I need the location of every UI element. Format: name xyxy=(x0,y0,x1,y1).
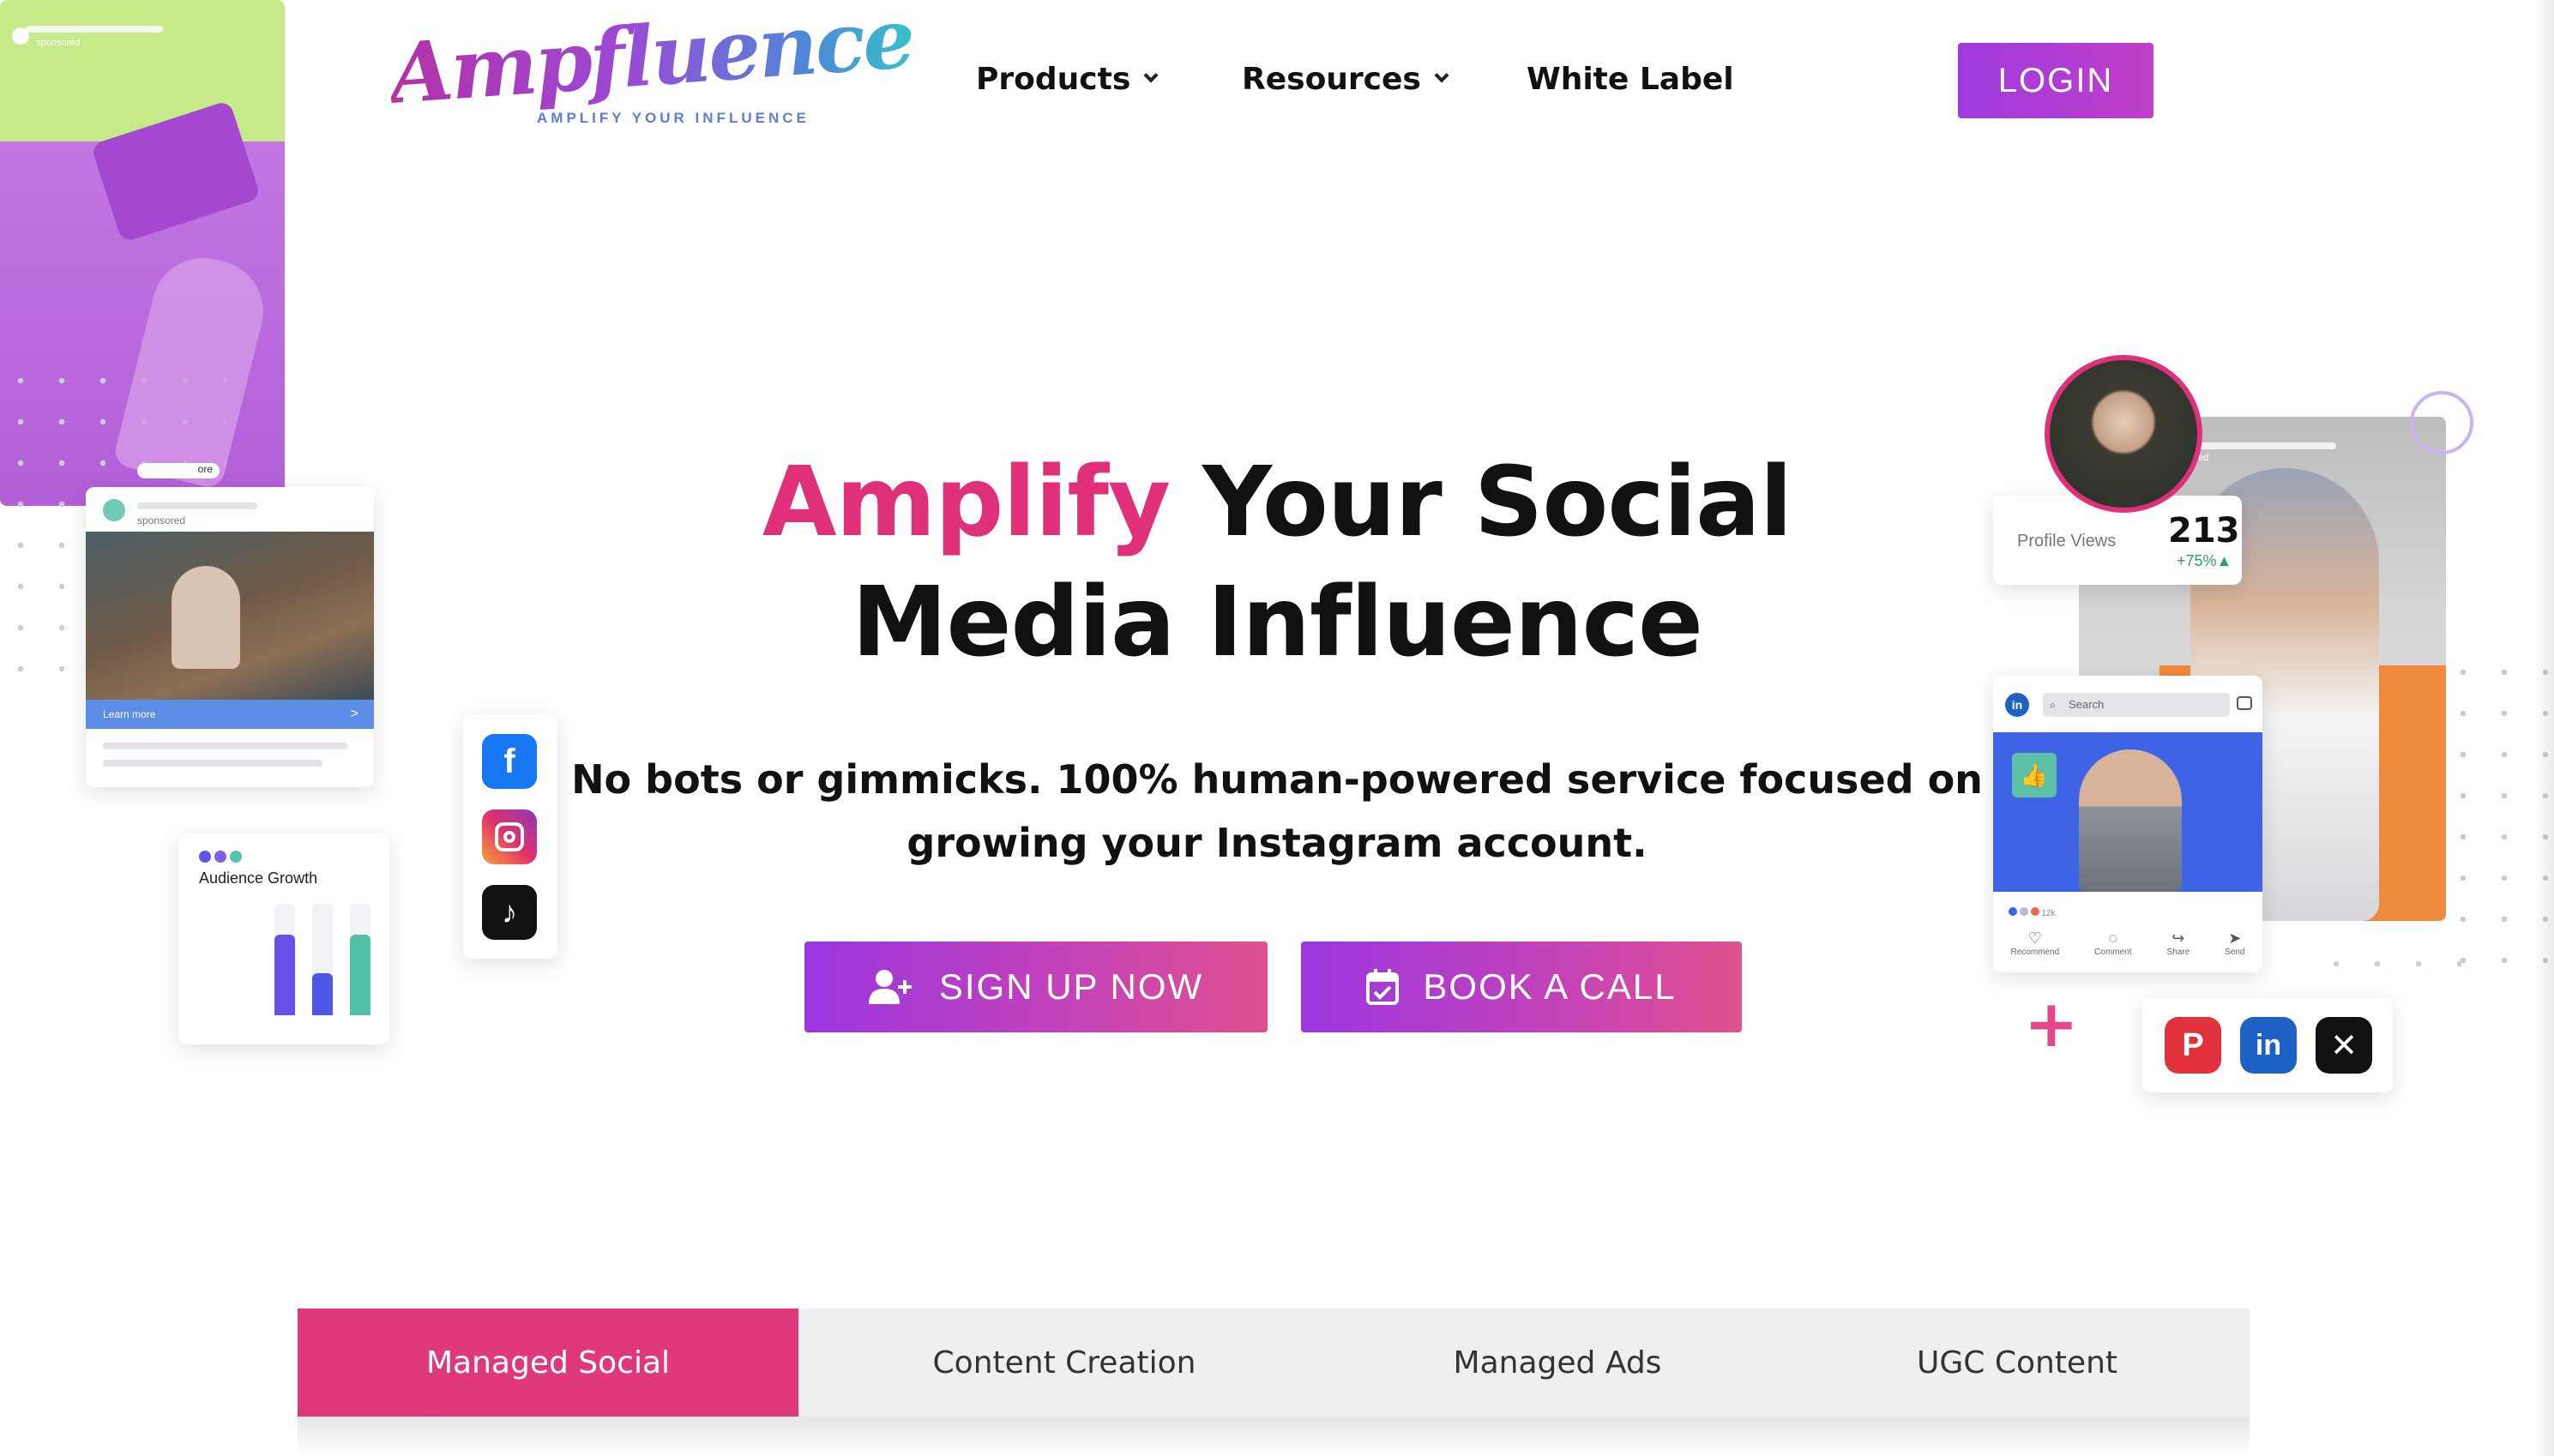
comment-icon: ◌ xyxy=(2108,930,2118,947)
linkedin-search-bar: ⌕ Search xyxy=(2043,693,2230,717)
ad-text-placeholder xyxy=(103,760,322,767)
hero-title-line1: Your Social xyxy=(1170,447,1792,558)
legend-dot xyxy=(214,851,226,863)
decorative-plus-icon: + xyxy=(2024,985,2079,1062)
recommend-label: Recommend xyxy=(2010,948,2060,957)
nav-products-label: Products xyxy=(976,62,1131,97)
tiktok-icon: ♪ xyxy=(482,885,537,940)
recommend-action: ♡ Recommend xyxy=(2010,930,2059,957)
businessman-image xyxy=(2079,749,2182,892)
book-a-call-button[interactable]: BOOK A CALL xyxy=(1301,942,1742,1032)
nav-white-label-label: White Label xyxy=(1527,62,1734,97)
post-sponsored-label: sponsored xyxy=(36,38,81,48)
chevron-down-icon xyxy=(1434,68,1449,82)
send-action: ➤ Send xyxy=(2225,930,2244,957)
nav-products[interactable]: Products xyxy=(976,62,1159,97)
nav-resources[interactable]: Resources xyxy=(1242,62,1449,97)
share-action: ↪ Share xyxy=(2166,930,2190,957)
sponsored-ad-card: sponsored Learn more > xyxy=(86,487,374,787)
audience-growth-card: Audience Growth xyxy=(178,833,389,1044)
linkedin-post-card: in ⌕ Search 👍 12k ♡ Recommend ◌ Comment ↪ S… xyxy=(1993,676,2262,972)
shoe-image xyxy=(111,247,274,490)
linkedin-reactions: 12k xyxy=(2009,907,2055,918)
social-icons-row: P in ✕ xyxy=(2142,998,2393,1092)
linkedin-search-placeholder: Search xyxy=(2069,698,2105,711)
hero-subtitle-line1: No bots or gimmicks. 100% human-powered … xyxy=(571,756,1983,803)
linkedin-reactions-count: 12k xyxy=(2041,909,2056,918)
thumbs-up-icon: 👍 xyxy=(2012,753,2057,797)
pinterest-icon: P xyxy=(2165,1017,2221,1074)
send-label: Send xyxy=(2225,948,2245,957)
growth-bar xyxy=(274,935,295,1015)
growth-bar xyxy=(312,973,333,1015)
sign-up-now-button[interactable]: SIGN UP NOW xyxy=(804,942,1268,1032)
tab-managed-ads[interactable]: Managed Ads xyxy=(1330,1309,1785,1417)
x-icon: ✕ xyxy=(2316,1017,2372,1074)
chevron-right-icon: > xyxy=(350,707,358,721)
tab-content-creation[interactable]: Content Creation xyxy=(798,1309,1330,1417)
hero-subtitle-line2: growing your Instagram account. xyxy=(907,820,1647,866)
linkedin-post-image: 👍 xyxy=(1993,732,2262,892)
linkedin-actions: ♡ Recommend ◌ Comment ↪ Share ➤ Send xyxy=(1993,930,2262,957)
login-button[interactable]: LOGIN xyxy=(1958,43,2153,118)
window-edge-shadow xyxy=(2533,0,2554,1456)
linkedin-icon: in xyxy=(2240,1017,2297,1074)
legend-dot xyxy=(199,851,211,863)
hero-subtitle: No bots or gimmicks. 100% human-powered … xyxy=(515,748,2039,875)
reaction-dot xyxy=(2009,907,2017,916)
comment-label: Comment xyxy=(2094,948,2132,957)
hero-title: Amplify Your Social Media Influence xyxy=(515,442,2039,683)
message-icon xyxy=(2237,696,2252,710)
woman-with-headphones-image xyxy=(172,566,240,669)
chevron-down-icon xyxy=(1143,68,1159,82)
service-tabs: Managed Social Content Creation Managed … xyxy=(298,1309,2250,1417)
profile-avatar xyxy=(2045,355,2202,513)
sign-up-now-label: SIGN UP NOW xyxy=(938,966,1204,1007)
ad-learn-more-label: Learn more xyxy=(103,708,156,720)
tab-managed-social[interactable]: Managed Social xyxy=(298,1309,798,1417)
post-more-pill: ore xyxy=(137,463,220,478)
ad-title-placeholder xyxy=(137,502,257,509)
audience-growth-label: Audience Growth xyxy=(199,869,318,887)
ad-sponsored-label: sponsored xyxy=(137,514,186,526)
book-a-call-label: BOOK A CALL xyxy=(1423,966,1677,1007)
reaction-dot xyxy=(2019,907,2028,916)
user-plus-icon xyxy=(868,970,912,1004)
main-nav: Products Resources White Label xyxy=(0,62,2554,103)
tab-ugc-content[interactable]: UGC Content xyxy=(1785,1309,2250,1417)
profile-views-label: Profile Views xyxy=(2017,532,2117,551)
ad-photo xyxy=(86,532,374,700)
legend-dot xyxy=(230,851,242,863)
comment-action: ◌ Comment xyxy=(2094,930,2131,957)
share-icon: ↪ xyxy=(2172,930,2185,947)
search-icon: ⌕ xyxy=(2050,698,2057,711)
calendar-check-icon xyxy=(1366,969,1400,1005)
send-icon: ➤ xyxy=(2228,930,2242,947)
decorative-ring xyxy=(2410,391,2473,454)
logo-tagline: AMPLIFY YOUR INFLUENCE xyxy=(537,110,810,126)
hero-title-accent: Amplify xyxy=(762,447,1171,558)
decorative-dot-grid-right-bottom xyxy=(2316,943,2461,995)
purple-bag-image xyxy=(90,99,262,244)
post-header-placeholder xyxy=(26,26,163,33)
tab-panel xyxy=(298,1417,2250,1456)
reaction-dot xyxy=(2030,907,2039,916)
nav-white-label[interactable]: White Label xyxy=(1527,62,1734,97)
ad-learn-more-bar: Learn more > xyxy=(86,700,374,729)
profile-views-change: +75%▲ xyxy=(2177,552,2232,569)
ad-text-placeholder xyxy=(103,743,348,749)
like-icon: ♡ xyxy=(2027,930,2042,947)
ad-avatar xyxy=(103,499,125,521)
growth-bar xyxy=(350,935,370,1015)
post-avatar xyxy=(12,27,29,45)
profile-views-value: 213 xyxy=(2168,511,2240,551)
share-label: Share xyxy=(2166,948,2190,957)
hero-title-line2: Media Influence xyxy=(852,567,1703,678)
nav-resources-label: Resources xyxy=(1242,62,1421,97)
linkedin-logo-icon: in xyxy=(2005,693,2029,717)
